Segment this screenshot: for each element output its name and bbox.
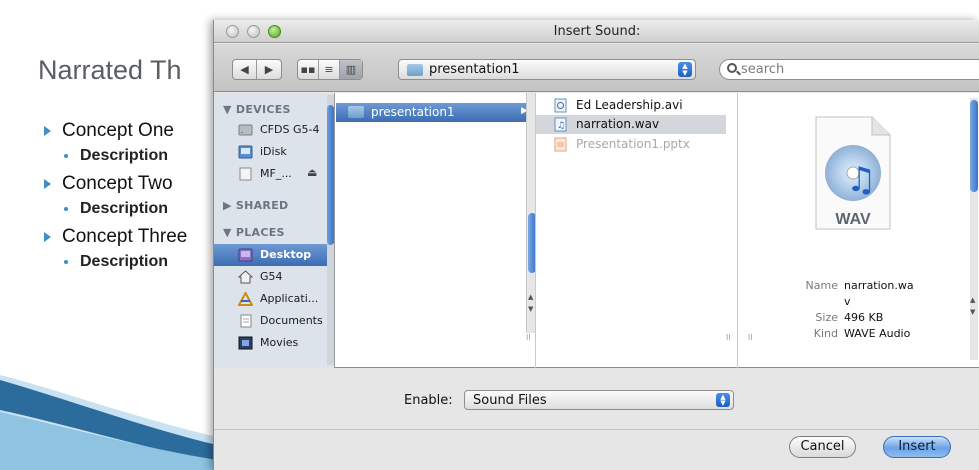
sidebar-item-desktop[interactable]: Desktop xyxy=(214,244,334,266)
toolbar: ◀ ▶ ▪▪ ≡ ▥ presentation1 ▲ ▼ search xyxy=(214,44,979,92)
audio-file-icon: ♫ xyxy=(554,117,567,132)
folder-row-presentation1[interactable]: presentation1 ▶ xyxy=(336,103,535,122)
documents-icon xyxy=(240,314,252,328)
bullet-dot-icon xyxy=(64,207,68,211)
enable-value: Sound Files xyxy=(473,393,547,408)
bullet-concept-three: Concept Three xyxy=(44,226,187,252)
bullet-concept-two: Concept Two xyxy=(44,173,187,199)
removable-disk-icon xyxy=(239,167,252,181)
preview-column: ♫ WAV Name narration.wa v Size 496 KB Ki… xyxy=(738,93,979,368)
back-forward-control: ◀ ▶ xyxy=(232,59,282,80)
list-view-icon: ≡ xyxy=(324,63,334,76)
chevron-left-icon: ◀ xyxy=(240,63,249,76)
bullet-dot-icon xyxy=(64,154,68,158)
footer-divider xyxy=(214,429,979,430)
idisk-icon xyxy=(238,145,253,159)
applications-icon xyxy=(238,292,253,306)
bullet-arrow-icon xyxy=(44,126,51,136)
scroll-up-arrow-icon[interactable]: ▲ xyxy=(970,296,975,304)
bullet-dot-icon xyxy=(64,260,68,264)
folder-icon xyxy=(407,64,423,76)
sidebar-item-applications[interactable]: Applicati... xyxy=(214,288,334,310)
scroll-up-arrow-icon[interactable]: ▲ xyxy=(528,293,533,301)
movies-icon xyxy=(238,336,253,350)
hard-drive-icon xyxy=(238,124,253,136)
slide-swoosh-decoration xyxy=(0,375,230,470)
file-row-ed-leadership[interactable]: Ed Leadership.avi xyxy=(536,96,726,115)
column-2: Ed Leadership.avi ♫ narration.wav Presen… xyxy=(536,93,738,368)
slide-bullets: Concept One Description Concept Two Desc… xyxy=(44,120,187,279)
svg-text:♫: ♫ xyxy=(846,160,876,200)
icon-view-icon: ▪▪ xyxy=(300,63,316,76)
popup-stepper-icon: ▲ ▼ xyxy=(678,62,692,77)
bullet-arrow-icon xyxy=(44,232,51,242)
sidebar-scrollbar[interactable] xyxy=(327,95,334,365)
sidebar-item-g54[interactable]: G54 xyxy=(214,266,334,288)
file-browser: ▼ DEVICES CFDS G5-4 iDisk MF_... ⏏ ▶ SHA… xyxy=(214,93,979,368)
list-view-button[interactable]: ≡ xyxy=(319,60,340,79)
window-title: Insert Sound: xyxy=(553,24,641,39)
scroll-thumb[interactable] xyxy=(970,100,978,192)
enable-popup[interactable]: Sound Files ▲ ▼ xyxy=(464,390,734,410)
sidebar-item-cfds-g5-4[interactable]: CFDS G5-4 xyxy=(214,119,334,141)
back-button[interactable]: ◀ xyxy=(233,60,257,79)
icon-view-button[interactable]: ▪▪ xyxy=(298,60,319,79)
scroll-down-arrow-icon[interactable]: ▼ xyxy=(970,308,975,316)
sidebar-header-places: ▼ PLACES xyxy=(223,226,285,239)
bullet-concept-one: Concept One xyxy=(44,120,187,146)
sidebar-item-documents[interactable]: Documents xyxy=(214,310,334,332)
slide-title: Narrated Th xyxy=(38,55,182,85)
home-icon xyxy=(238,270,253,284)
desktop-icon xyxy=(238,248,253,262)
insert-sound-dialog: Insert Sound: ◀ ▶ ▪▪ ≡ ▥ presentation1 ▲… xyxy=(213,20,979,470)
screen: { "slide": { "title": "Narrated Th", "bu… xyxy=(0,0,979,470)
column-1: presentation1 ▶ ▲ ▼ ll xyxy=(336,93,536,368)
search-icon xyxy=(727,63,737,73)
title-bar[interactable]: Insert Sound: xyxy=(214,20,979,43)
sub-bullet: Description xyxy=(44,146,187,173)
cancel-button[interactable]: Cancel xyxy=(789,436,856,458)
sidebar-header-devices: ▼ DEVICES xyxy=(223,103,291,116)
eject-icon[interactable]: ⏏ xyxy=(307,166,317,179)
view-mode-control: ▪▪ ≡ ▥ xyxy=(297,59,363,80)
svg-text:♫: ♫ xyxy=(557,121,565,131)
column-view-icon: ▥ xyxy=(345,63,357,76)
column-resize-handle[interactable]: ll xyxy=(748,333,752,342)
column-view-button[interactable]: ▥ xyxy=(340,60,362,79)
location-label: presentation1 xyxy=(429,62,520,77)
dialog-footer: Enable: Sound Files ▲ ▼ Cancel Insert xyxy=(214,369,979,470)
bullet-arrow-icon xyxy=(44,179,51,189)
column-resize-handle[interactable]: ll xyxy=(726,333,730,342)
popup-stepper-icon: ▲ ▼ xyxy=(716,393,730,407)
insert-button[interactable]: Insert xyxy=(883,436,951,458)
sidebar: ▼ DEVICES CFDS G5-4 iDisk MF_... ⏏ ▶ SHA… xyxy=(214,93,335,368)
scroll-thumb[interactable] xyxy=(528,213,535,273)
file-row-narration-wav[interactable]: ♫ narration.wav xyxy=(536,115,726,134)
sidebar-item-mf[interactable]: MF_... ⏏ xyxy=(214,163,334,185)
preview-scrollbar[interactable]: ▲ ▼ xyxy=(970,98,978,360)
sub-bullet: Description xyxy=(44,199,187,226)
scroll-thumb[interactable] xyxy=(327,105,334,245)
search-placeholder: search xyxy=(741,62,785,77)
powerpoint-file-icon xyxy=(554,137,567,152)
folder-icon xyxy=(348,106,364,118)
sub-bullet: Description xyxy=(44,252,187,279)
enable-label: Enable: xyxy=(404,393,453,408)
video-file-icon xyxy=(554,98,567,113)
sidebar-item-idisk[interactable]: iDisk xyxy=(214,141,334,163)
wav-label: WAV xyxy=(835,211,871,228)
chevron-right-icon: ▶ xyxy=(264,63,274,76)
sidebar-item-movies[interactable]: Movies xyxy=(214,332,334,354)
forward-button[interactable]: ▶ xyxy=(257,60,281,79)
search-field[interactable]: search xyxy=(719,59,979,80)
scroll-down-arrow-icon[interactable]: ▼ xyxy=(528,305,533,313)
location-popup[interactable]: presentation1 ▲ ▼ xyxy=(398,59,696,80)
column-resize-handle[interactable]: ll xyxy=(526,333,530,342)
file-row-presentation1-pptx[interactable]: Presentation1.pptx xyxy=(536,135,726,154)
column-1-scrollbar[interactable]: ▲ ▼ xyxy=(526,93,535,333)
sidebar-header-shared[interactable]: ▶ SHARED xyxy=(223,199,288,212)
